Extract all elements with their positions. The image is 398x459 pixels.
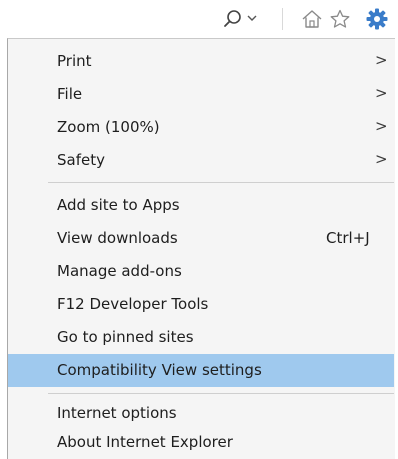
- search-button[interactable]: [220, 7, 264, 31]
- menu-item-label: Go to pinned sites: [57, 328, 194, 346]
- browser-toolbar: [0, 0, 398, 36]
- menu-item-label: About Internet Explorer: [57, 433, 233, 451]
- home-button[interactable]: [299, 7, 325, 31]
- search-icon: [224, 10, 257, 27]
- ie-tools-screen: Print > File > Zoom (100%) > Safety > Ad…: [0, 0, 398, 459]
- menu-item-file[interactable]: File >: [8, 78, 394, 111]
- menu-item-print[interactable]: Print >: [8, 45, 394, 78]
- menu-separator: [48, 393, 394, 394]
- menu-item-about-internet-explorer[interactable]: About Internet Explorer: [8, 426, 394, 459]
- menu-item-label: Zoom (100%): [57, 118, 160, 136]
- submenu-arrow-icon: >: [375, 150, 388, 168]
- menu-item-label: File: [57, 85, 83, 103]
- menu-item-label: F12 Developer Tools: [57, 295, 209, 313]
- tools-menu: Print > File > Zoom (100%) > Safety > Ad…: [7, 38, 395, 459]
- menu-item-label: Add site to Apps: [57, 196, 180, 214]
- tools-button[interactable]: [364, 7, 390, 31]
- menu-item-shortcut: Ctrl+J: [326, 229, 370, 247]
- menu-separator: [48, 182, 394, 183]
- menu-item-label: Compatibility View settings: [57, 361, 262, 379]
- home-icon: [302, 10, 322, 28]
- menu-item-add-site-to-apps[interactable]: Add site to Apps: [8, 189, 394, 222]
- menu-item-label: Safety: [57, 151, 105, 169]
- menu-item-manage-add-ons[interactable]: Manage add-ons: [8, 255, 394, 288]
- favorites-button[interactable]: [327, 7, 353, 31]
- toolbar-separator: [282, 8, 283, 30]
- menu-item-zoom[interactable]: Zoom (100%) >: [8, 111, 394, 144]
- menu-item-label: Manage add-ons: [57, 262, 182, 280]
- submenu-arrow-icon: >: [375, 117, 388, 135]
- menu-item-safety[interactable]: Safety >: [8, 144, 394, 177]
- menu-item-go-to-pinned-sites[interactable]: Go to pinned sites: [8, 321, 394, 354]
- menu-item-label: Print: [57, 52, 92, 70]
- menu-item-f12-developer-tools[interactable]: F12 Developer Tools: [8, 288, 394, 321]
- star-icon: [330, 9, 350, 28]
- submenu-arrow-icon: >: [375, 51, 388, 69]
- submenu-arrow-icon: >: [375, 84, 388, 102]
- menu-item-view-downloads[interactable]: View downloads Ctrl+J: [8, 222, 394, 255]
- menu-item-label: View downloads: [57, 229, 178, 247]
- menu-item-label: Internet options: [57, 404, 177, 422]
- gear-icon: [366, 8, 388, 30]
- menu-item-compatibility-view-settings[interactable]: Compatibility View settings: [8, 354, 394, 387]
